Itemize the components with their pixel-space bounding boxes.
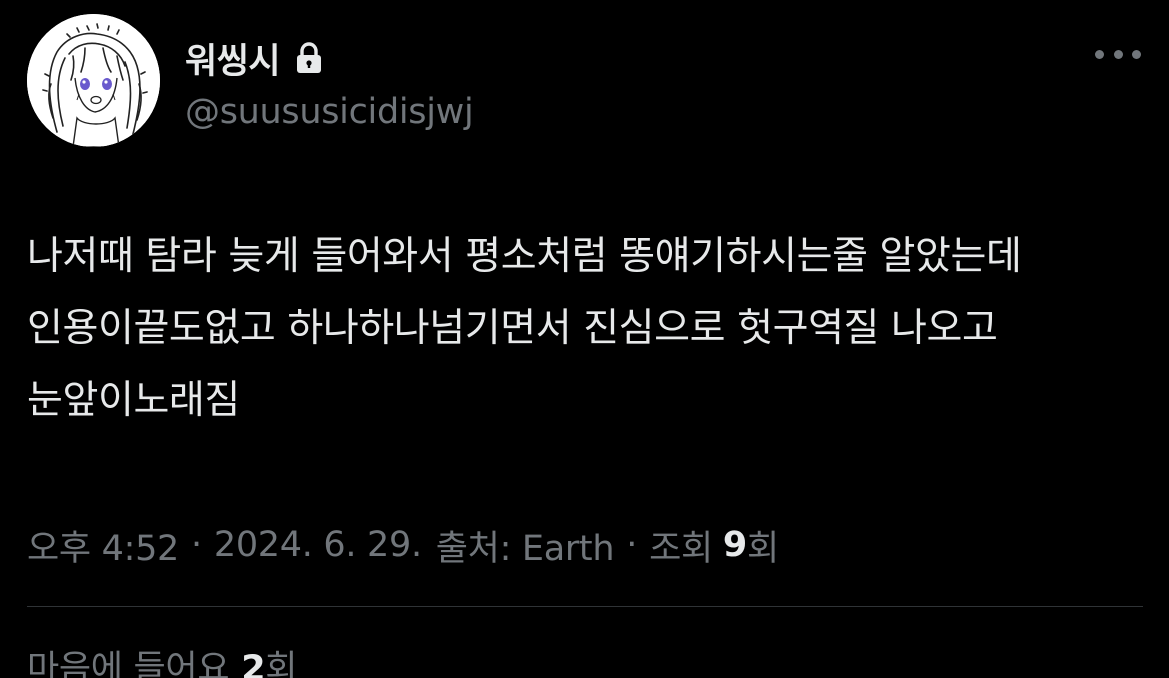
views-label: 조회: [649, 528, 713, 569]
tweet-text: 나저때 탐라 늦게 들어와서 평소처럼 똥얘기하시는줄 알았는데 인용이끝도없고…: [27, 234, 1022, 423]
views-count[interactable]: 9: [723, 525, 747, 565]
drawn-character-avatar-icon: [27, 14, 160, 147]
more-horizontal-icon: [1095, 49, 1104, 59]
tweet-source: 출처: Earth: [435, 528, 615, 569]
likes-label: 마음에 들어요: [27, 649, 230, 678]
meta-separator: ·: [191, 525, 202, 565]
author-handle[interactable]: @suususicidisjwj: [185, 92, 474, 132]
lock-icon: [297, 42, 322, 73]
tweet-date[interactable]: 2024. 6. 29.: [214, 525, 422, 565]
likes-suffix: 회: [265, 649, 298, 678]
tweet-meta-row: 오후 4:52 · 2024. 6. 29. 출처: Earth · 조회 9 …: [27, 520, 779, 570]
avatar[interactable]: [27, 14, 160, 147]
more-horizontal-icon-dot: [1113, 49, 1123, 59]
views-suffix: 회: [746, 528, 779, 569]
tweet-detail-page: 워씽시 @suususicidisjwj 나저때 탐라 늦게 들어와서 평소처럼…: [0, 0, 1169, 678]
likes-count: 2: [241, 649, 266, 678]
tweet-time[interactable]: 오후 4:52: [27, 520, 179, 571]
divider: [27, 606, 1143, 607]
more-horizontal-icon-dot: [1132, 49, 1141, 59]
meta-separator: ·: [626, 525, 638, 565]
tweet-header: 워씽시 @suususicidisjwj: [27, 14, 1143, 148]
more-options-button[interactable]: [1095, 44, 1141, 64]
author-display-name[interactable]: 워씽시: [185, 33, 281, 84]
author-name-row: 워씽시: [185, 38, 324, 82]
likes-row[interactable]: 마음에 들어요 2회: [27, 640, 298, 678]
